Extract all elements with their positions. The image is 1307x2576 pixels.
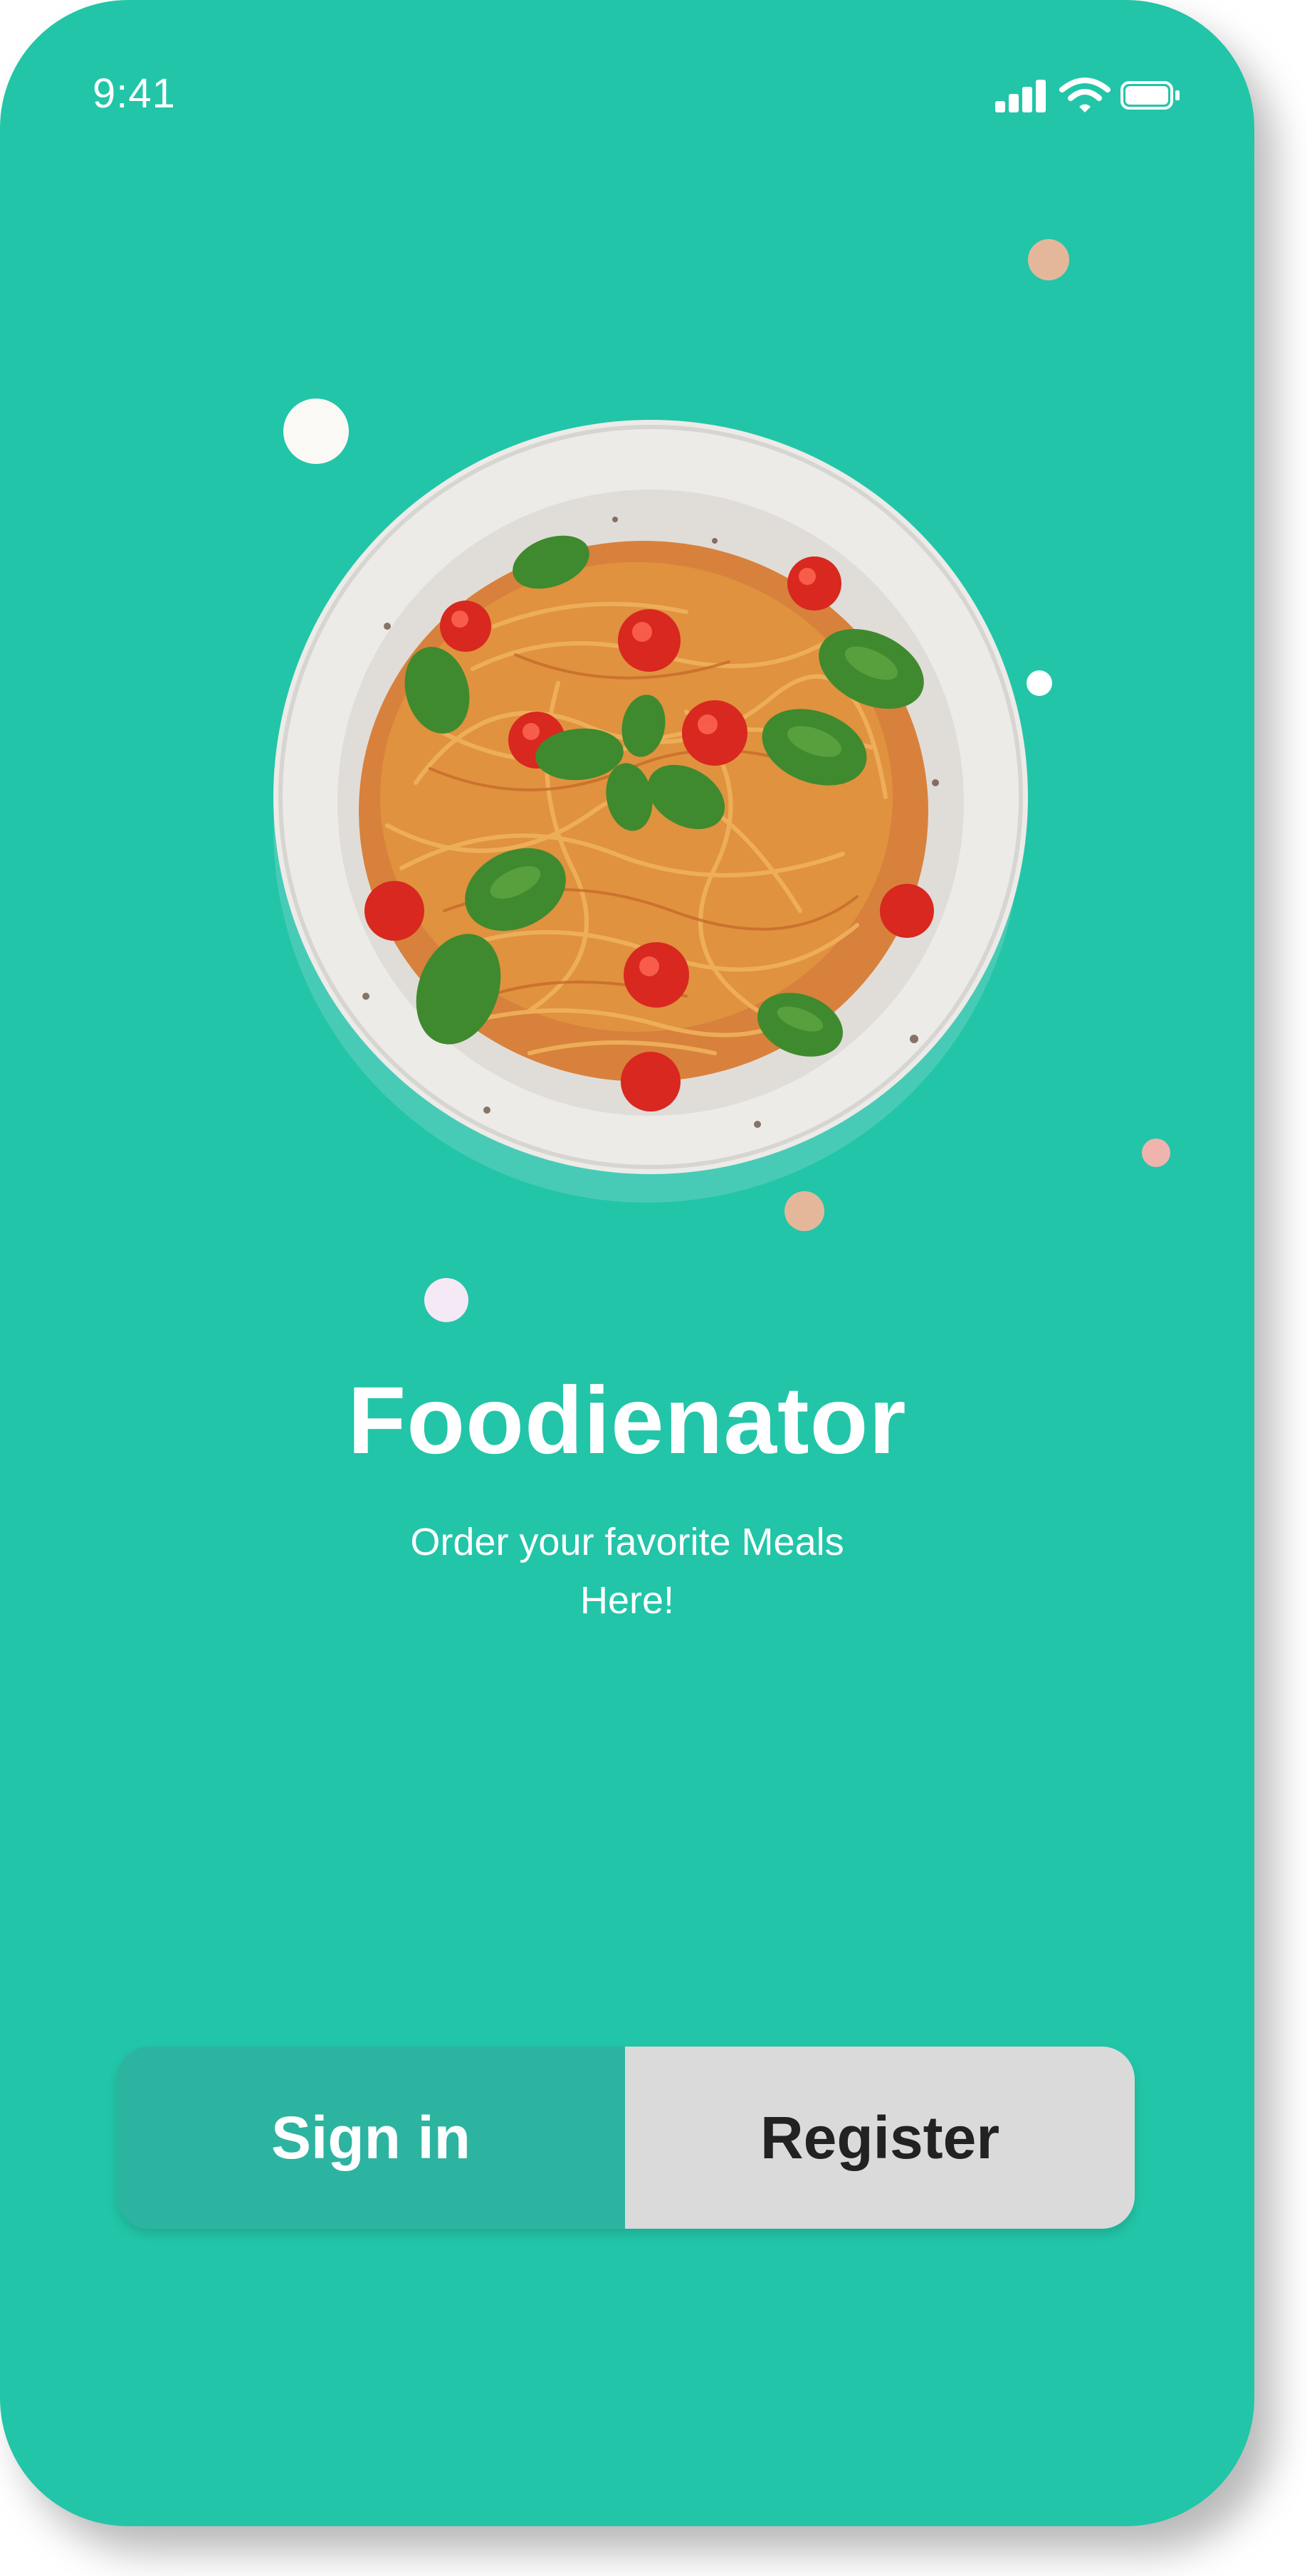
tagline-line-2: Here! bbox=[579, 1579, 675, 1622]
decorative-dot bbox=[1028, 239, 1069, 280]
sign-in-button[interactable]: Sign in bbox=[117, 2047, 625, 2229]
signal-icon bbox=[995, 78, 1046, 112]
battery-icon bbox=[1120, 81, 1180, 110]
phone-screen: 9:41 Foodienator Order your favorite Mea… bbox=[0, 0, 1254, 2526]
register-button[interactable]: Register bbox=[625, 2047, 1135, 2229]
app-tagline: Order your favorite Meals Here! bbox=[327, 1513, 927, 1630]
status-time: 9:41 bbox=[93, 70, 176, 117]
spaghetti-plate-image bbox=[259, 413, 1042, 1217]
app-title: Foodienator bbox=[347, 1368, 907, 1474]
auth-button-group: Sign in Register bbox=[117, 2047, 1135, 2229]
decorative-dot bbox=[424, 1278, 468, 1322]
tagline-line-1: Order your favorite Meals bbox=[410, 1521, 844, 1563]
wifi-icon bbox=[1059, 78, 1111, 112]
decorative-dot bbox=[1142, 1139, 1170, 1167]
status-icons bbox=[995, 78, 1180, 114]
